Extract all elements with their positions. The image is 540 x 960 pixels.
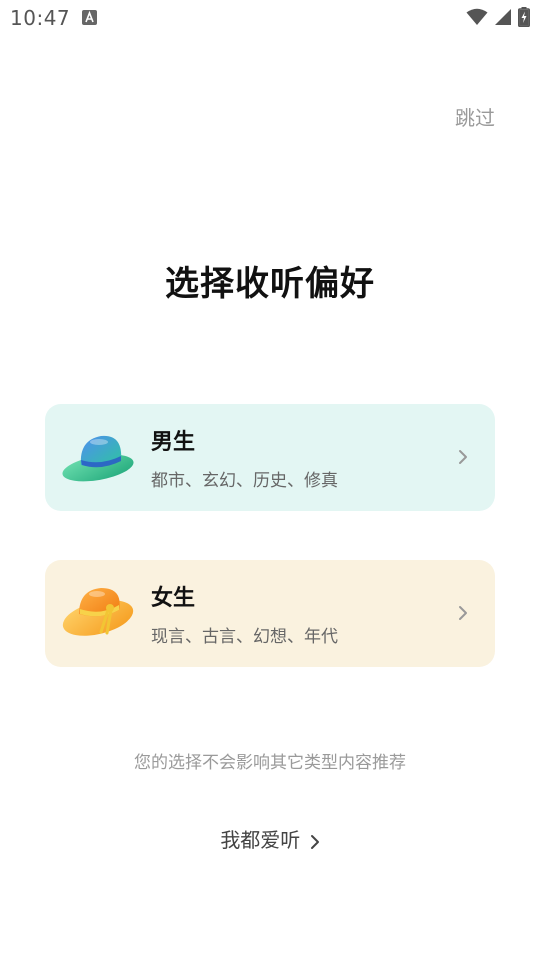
orange-sun-hat-icon [61,578,137,648]
male-preference-card[interactable]: 男生 都市、玄幻、历史、修真 [45,404,495,511]
chevron-right-icon [457,448,469,466]
love-all-button[interactable]: 我都爱听 [0,824,540,853]
card-title: 女生 [151,580,195,612]
battery-charging-icon [518,7,530,27]
status-bar: 10:47 [0,0,540,36]
preference-notice: 您的选择不会影响其它类型内容推荐 [0,748,540,773]
page-title: 选择收听偏好 [0,256,540,305]
status-icons [466,7,530,27]
card-subtitle: 现言、古言、幻想、年代 [151,622,338,647]
female-preference-card[interactable]: 女生 现言、古言、幻想、年代 [45,560,495,667]
status-time: 10:47 [10,6,70,30]
chevron-right-icon [457,604,469,622]
cell-signal-icon [494,8,512,26]
a-icon [82,10,97,25]
skip-button[interactable]: 跳过 [455,102,495,131]
chevron-right-icon [310,834,320,850]
love-all-label: 我都爱听 [220,828,300,852]
card-title: 男生 [151,424,195,456]
card-subtitle: 都市、玄幻、历史、修真 [151,466,338,491]
wifi-icon [466,8,488,26]
green-hat-icon [61,422,137,492]
